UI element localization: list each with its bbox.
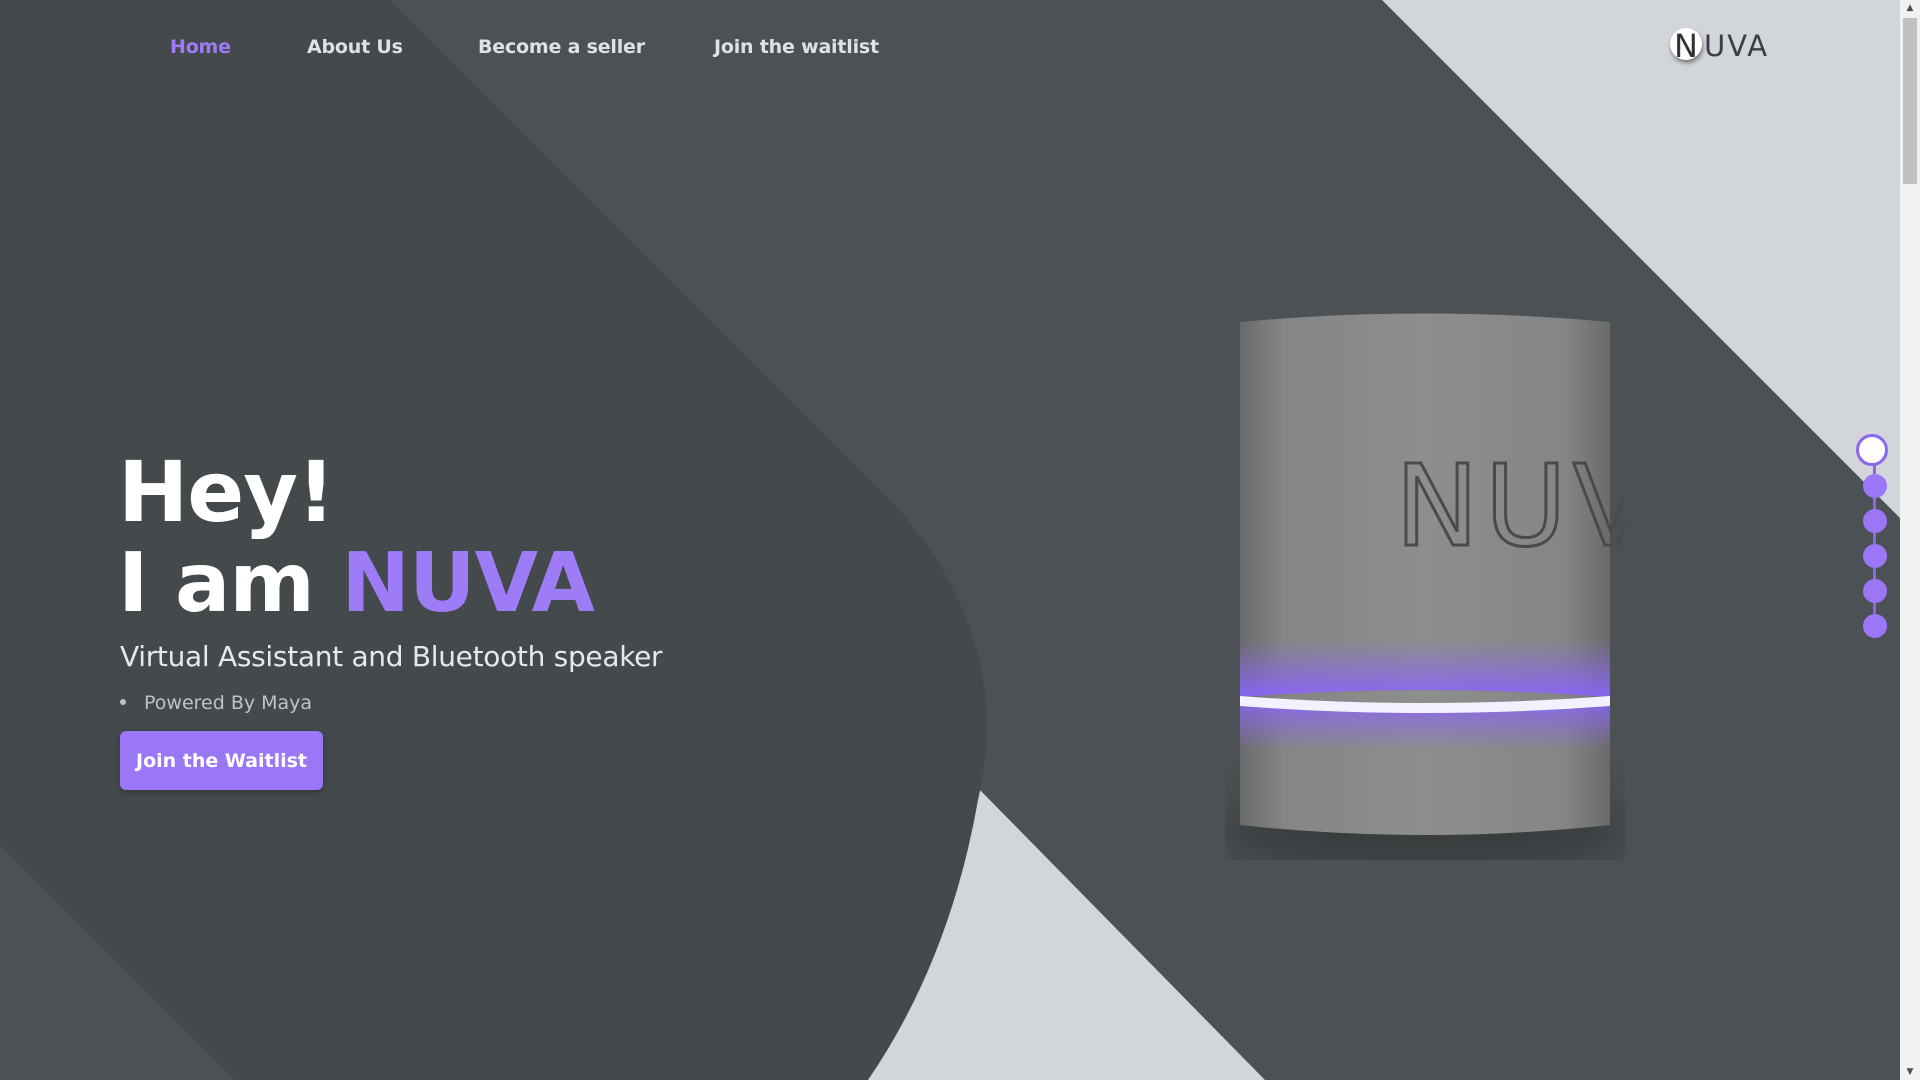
hero-bullet: Powered By Maya — [120, 692, 312, 714]
hero-bullet-text: Powered By Maya — [144, 692, 313, 714]
nav-become-seller[interactable]: Become a seller — [478, 36, 645, 58]
pager-dot-3[interactable] — [1863, 509, 1887, 533]
scroll-down-icon[interactable]: ▼ — [1900, 1064, 1920, 1080]
logo-mark-letter: N — [1674, 27, 1698, 65]
hero-section: Home About Us Become a seller Join the w… — [0, 0, 1920, 1080]
page-scrollbar[interactable]: ▲ ▼ — [1900, 0, 1920, 1080]
hero-greeting: Hey! — [118, 443, 335, 541]
hero-subtitle: Virtual Assistant and Bluetooth speaker — [120, 640, 663, 673]
pager-dot-2[interactable] — [1863, 474, 1887, 498]
bullet-dot-icon — [120, 699, 126, 705]
nav-home[interactable]: Home — [170, 36, 231, 58]
nav-join-waitlist[interactable]: Join the waitlist — [714, 36, 879, 58]
speaker-engraving: NUVA — [1395, 442, 1625, 572]
scroll-up-icon[interactable]: ▲ — [1900, 0, 1920, 16]
pager-dot-4[interactable] — [1863, 544, 1887, 568]
nuva-logo[interactable]: N UVA — [1670, 26, 1770, 66]
section-pager — [1856, 434, 1892, 644]
pager-dot-5[interactable] — [1863, 579, 1887, 603]
scroll-thumb[interactable] — [1903, 18, 1917, 184]
join-waitlist-button[interactable]: Join the Waitlist — [120, 731, 323, 790]
speaker-product-image: NUVA — [1225, 313, 1625, 860]
hero-brand-name: NUVA — [341, 536, 595, 631]
nav-about-us[interactable]: About Us — [307, 36, 403, 58]
hero-headline: I am NUVA — [118, 536, 595, 632]
hero-headline-prefix: I am — [118, 536, 342, 631]
pager-dot-1[interactable] — [1856, 434, 1888, 466]
logo-text: UVA — [1704, 29, 1770, 63]
pager-dot-6[interactable] — [1863, 614, 1887, 638]
logo-mark: N — [1670, 27, 1702, 65]
